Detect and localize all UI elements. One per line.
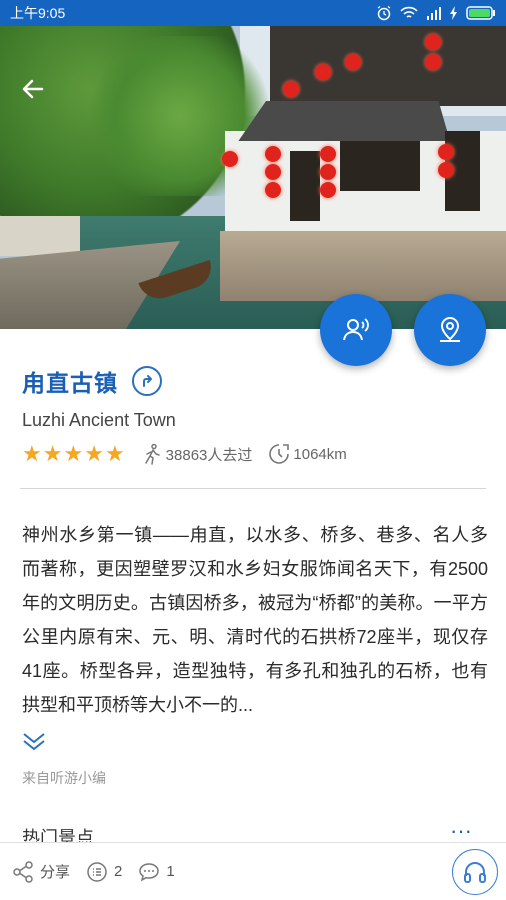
turn-right-icon bbox=[143, 375, 152, 387]
headphones-icon bbox=[464, 862, 486, 883]
list-button[interactable]: 2 bbox=[86, 861, 122, 883]
share-icon bbox=[13, 860, 33, 883]
rating-stars: ★ ★ ★ ★ ★ bbox=[22, 443, 125, 465]
walking-person-icon bbox=[144, 443, 160, 465]
section-title: 热门景点 bbox=[22, 828, 94, 842]
back-button[interactable] bbox=[20, 76, 50, 106]
alarm-icon bbox=[376, 5, 392, 21]
battery-icon bbox=[466, 6, 496, 20]
attraction-english-name: Luzhi Ancient Town bbox=[22, 410, 176, 430]
status-time: 上午9:05 bbox=[10, 5, 66, 21]
charging-icon bbox=[450, 6, 458, 20]
voice-guide-button[interactable] bbox=[320, 294, 392, 366]
wifi-icon bbox=[400, 6, 418, 20]
attraction-title: 甪直古镇 bbox=[22, 370, 118, 396]
hero-image bbox=[0, 26, 506, 329]
status-bar: 上午9:05 bbox=[0, 0, 506, 26]
star-icon: ★ bbox=[22, 441, 42, 466]
arrow-left-icon bbox=[22, 79, 44, 99]
description-text: 神州水乡第一镇——甪直，以水多、桥多、巷多、名人多而著称，更因塑壁罗汉和水乡妇女… bbox=[22, 525, 488, 715]
title-row: 甪直古镇 bbox=[22, 364, 162, 398]
map-location-button[interactable] bbox=[414, 294, 486, 366]
signal-icon bbox=[426, 6, 442, 20]
audio-play-button[interactable] bbox=[452, 849, 498, 895]
star-icon: ★ bbox=[42, 441, 63, 466]
status-icons bbox=[376, 5, 496, 21]
expand-button[interactable] bbox=[22, 730, 46, 752]
comment-count: 1 bbox=[166, 863, 175, 880]
speaker-person-icon bbox=[343, 318, 369, 341]
bottom-bar: 分享 2 1 bbox=[0, 842, 506, 900]
share-label: 分享 bbox=[40, 864, 71, 881]
comment-icon bbox=[139, 862, 160, 882]
list-count: 2 bbox=[114, 863, 123, 880]
star-icon: ★ bbox=[84, 441, 104, 466]
share-button[interactable]: 分享 bbox=[12, 860, 71, 883]
distance-icon bbox=[269, 444, 290, 464]
visitors-count: 38863人去过 bbox=[141, 443, 252, 465]
location-pin-icon bbox=[440, 316, 460, 342]
navigate-button[interactable] bbox=[132, 366, 162, 396]
distance: 1064km bbox=[268, 443, 347, 465]
star-icon: ★ bbox=[104, 441, 125, 466]
chevron-double-down-icon bbox=[23, 733, 45, 751]
meta-row: ★ ★ ★ ★ ★ 38863人去过 1064km bbox=[22, 442, 347, 466]
more-button[interactable]: ··· bbox=[450, 826, 472, 842]
star-icon: ★ bbox=[63, 441, 84, 466]
source-label: 来自听游小编 bbox=[22, 770, 106, 786]
list-icon bbox=[87, 861, 107, 882]
comment-button[interactable]: 1 bbox=[138, 861, 175, 883]
divider bbox=[20, 488, 486, 489]
